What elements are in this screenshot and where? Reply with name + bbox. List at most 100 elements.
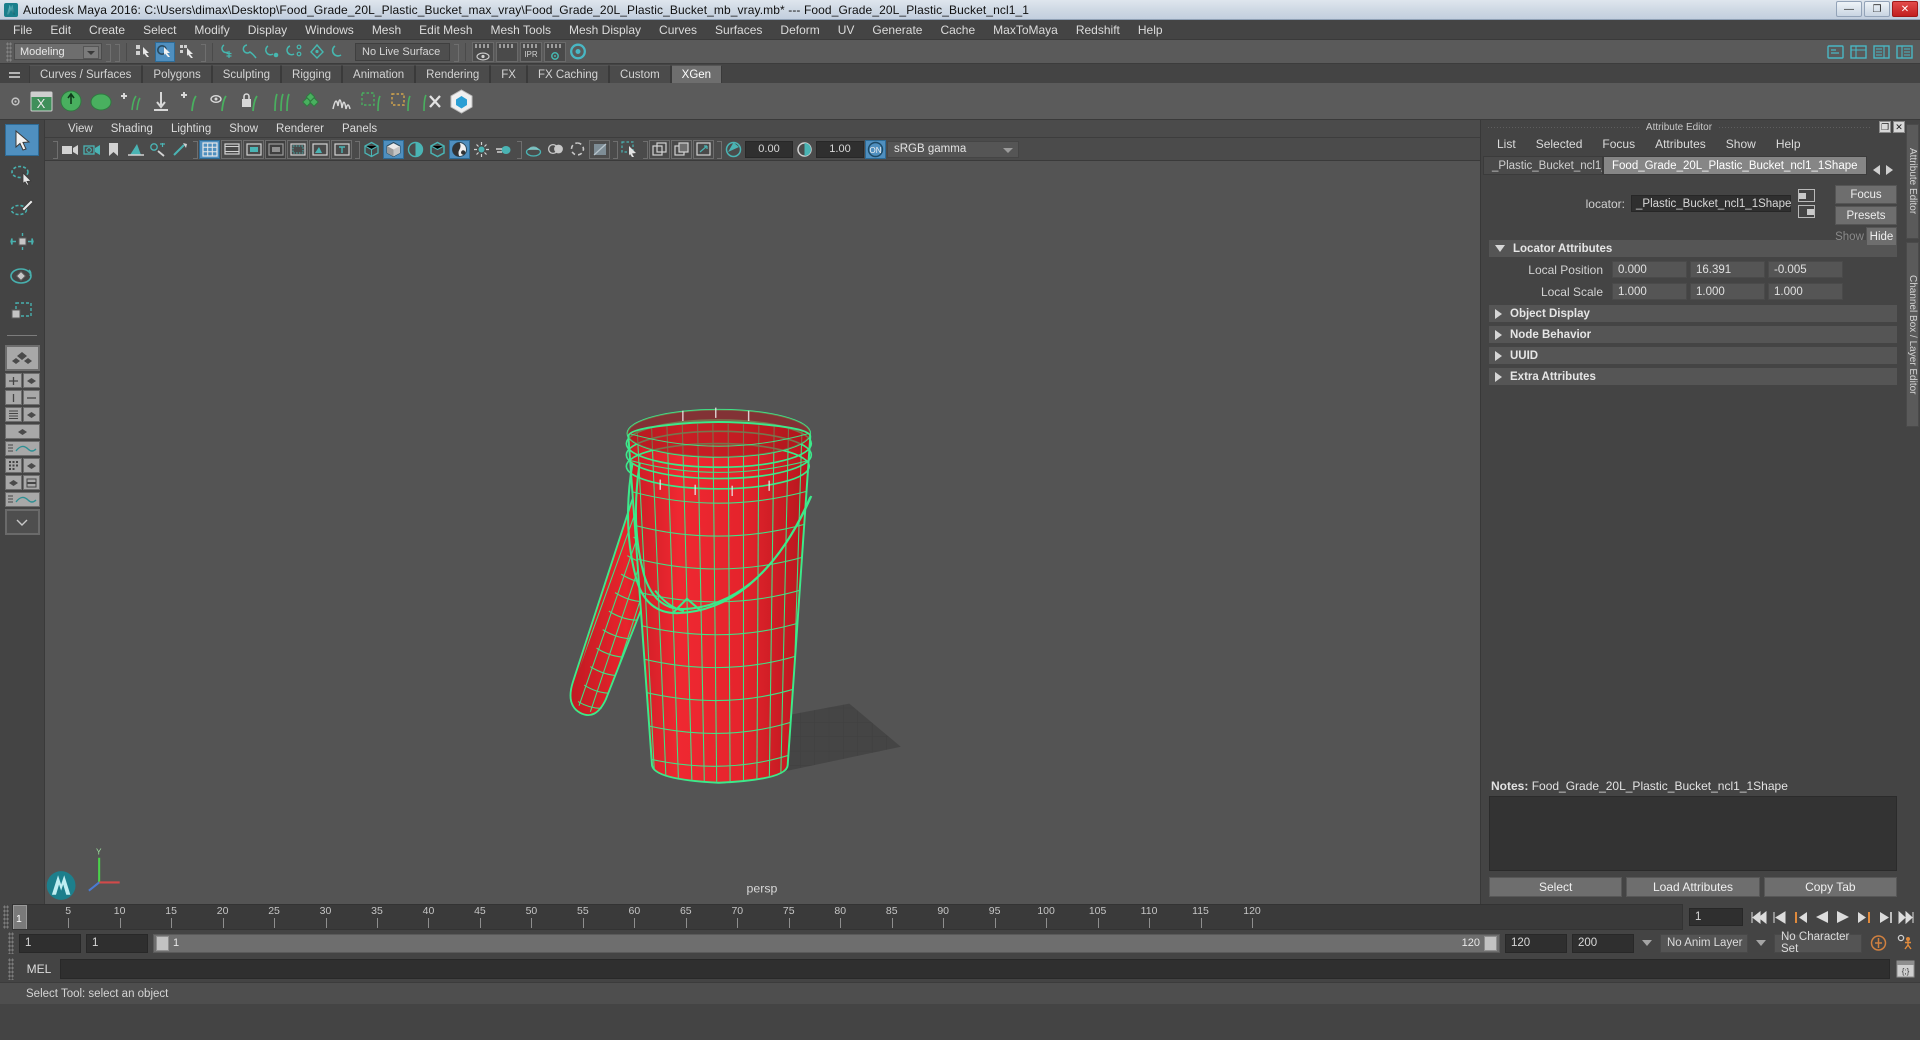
- load-attributes-button[interactable]: Load Attributes: [1626, 877, 1760, 897]
- node-name-field[interactable]: _Plastic_Bucket_ncl1_1Shape: [1631, 195, 1791, 212]
- panel-drag-dots[interactable]: [1487, 126, 1640, 128]
- exposure-value-field[interactable]: 0.00: [745, 140, 793, 158]
- multisample-icon[interactable]: [589, 139, 610, 159]
- xray-joints-icon[interactable]: [545, 140, 566, 159]
- shelf-tab-custom[interactable]: Custom: [609, 65, 671, 83]
- anim-layer-field[interactable]: No Anim Layer: [1660, 933, 1748, 953]
- persp-graph-layout-icon[interactable]: [4, 424, 40, 439]
- snapshot-icon[interactable]: [649, 139, 670, 159]
- maximize-button[interactable]: ❐: [1864, 1, 1890, 17]
- viewport-menu-shading[interactable]: Shading: [102, 122, 162, 136]
- select-tool-icon[interactable]: [5, 124, 39, 156]
- persp-only-layout-icon[interactable]: [4, 475, 22, 490]
- show-attribute-editor-icon[interactable]: [1871, 42, 1891, 62]
- local-scale-x-field[interactable]: 1.000: [1612, 283, 1687, 300]
- persp-graph-combo-layout-icon[interactable]: [4, 492, 40, 507]
- time-slider[interactable]: 1 5 10 15 20 25 30 35 40 45 50 55 60 65 70 75 80 85 90 95 1…: [12, 904, 1683, 930]
- local-position-y-field[interactable]: 16.391: [1690, 261, 1765, 278]
- step-back-frame-icon[interactable]: [1793, 909, 1809, 925]
- menu-set-dropdown[interactable]: Modeling: [14, 43, 102, 60]
- xgen-region2-icon[interactable]: [386, 85, 416, 117]
- show-tool-settings-icon[interactable]: [1894, 42, 1914, 62]
- select-camera-icon[interactable]: [59, 140, 80, 159]
- persp-view-layout-icon[interactable]: [22, 373, 40, 388]
- range-slider-bar[interactable]: 1 120: [153, 933, 1500, 953]
- script-editor-icon[interactable]: {;}: [1893, 958, 1917, 980]
- viewport-select-icon[interactable]: [619, 140, 640, 159]
- xgen-description-icon[interactable]: [56, 85, 86, 117]
- shelf-menu-icon[interactable]: [3, 66, 25, 83]
- menu-help[interactable]: Help: [1129, 20, 1172, 40]
- notes-textarea[interactable]: [1489, 796, 1897, 871]
- panel-drag-dots[interactable]: [1718, 126, 1871, 128]
- range-right-handle[interactable]: [1484, 935, 1497, 951]
- xgen-preview-icon[interactable]: [446, 85, 476, 117]
- local-position-z-field[interactable]: -0.005: [1768, 261, 1843, 278]
- close-icon[interactable]: ✕: [1893, 121, 1905, 133]
- gamma-value-field[interactable]: 1.00: [816, 140, 864, 158]
- time-slider-playhead[interactable]: 1: [13, 905, 27, 929]
- shelf-tab-animation[interactable]: Animation: [342, 65, 416, 83]
- play-backwards-icon[interactable]: [1814, 909, 1830, 925]
- rotate-tool-icon[interactable]: [5, 260, 39, 292]
- shelf-tab-polygons[interactable]: Polygons: [142, 65, 212, 83]
- animation-preferences-icon[interactable]: [1894, 933, 1916, 953]
- minimize-button[interactable]: —: [1836, 1, 1862, 17]
- local-scale-y-field[interactable]: 1.000: [1690, 283, 1765, 300]
- xgen-clump-icon[interactable]: [296, 85, 326, 117]
- menu-select[interactable]: Select: [134, 20, 185, 40]
- xgen-noise-icon[interactable]: [326, 85, 356, 117]
- playback-start-time-field[interactable]: 1: [86, 933, 148, 953]
- go-to-start-icon[interactable]: [1751, 909, 1767, 925]
- hierarchy-mode-icon[interactable]: [133, 42, 153, 62]
- channel-box-strip[interactable]: Channel Box / Layer Editor: [1906, 242, 1919, 427]
- xgen-add-density-icon[interactable]: [176, 85, 206, 117]
- command-input-field[interactable]: [60, 959, 1890, 979]
- show-button[interactable]: Show: [1835, 227, 1864, 246]
- go-to-end-icon[interactable]: [1898, 909, 1914, 925]
- gate-mask-icon[interactable]: [265, 139, 286, 159]
- xgen-region-icon[interactable]: [356, 85, 386, 117]
- show-channel-box-icon[interactable]: [1848, 42, 1868, 62]
- section-header[interactable]: UUID: [1489, 347, 1897, 364]
- menu-generate[interactable]: Generate: [863, 20, 931, 40]
- menu-cache[interactable]: Cache: [931, 20, 984, 40]
- safe-title-icon[interactable]: [331, 139, 352, 159]
- xgen-mask-icon[interactable]: [206, 85, 236, 117]
- xray-icon[interactable]: [523, 140, 544, 159]
- select-button[interactable]: Select: [1489, 877, 1623, 897]
- ae-menu-focus[interactable]: Focus: [1592, 136, 1645, 152]
- single-perspective-layout-icon[interactable]: [4, 345, 40, 371]
- range-drag-handle[interactable]: [8, 932, 14, 954]
- menu-mesh-display[interactable]: Mesh Display: [560, 20, 650, 40]
- menu-windows[interactable]: Windows: [296, 20, 363, 40]
- snap-view-plane-icon[interactable]: [329, 42, 349, 62]
- timeline-drag-handle[interactable]: [3, 905, 9, 929]
- shelf-tab-sculpting[interactable]: Sculpting: [211, 65, 282, 83]
- menu-display[interactable]: Display: [239, 20, 296, 40]
- snap-projected-center-icon[interactable]: [285, 42, 305, 62]
- attribute-editor-tab-shape[interactable]: Food_Grade_20L_Plastic_Bucket_ncl1_1Shap…: [1603, 156, 1867, 175]
- undock-icon[interactable]: ❐: [1879, 121, 1891, 133]
- ae-menu-show[interactable]: Show: [1716, 136, 1766, 152]
- chevron-right-icon[interactable]: [1885, 165, 1893, 175]
- ipr-render-icon[interactable]: IPR: [520, 41, 542, 62]
- section-header[interactable]: Node Behavior: [1489, 326, 1897, 343]
- ae-menu-list[interactable]: List: [1487, 136, 1526, 152]
- menu-mesh-tools[interactable]: Mesh Tools: [482, 20, 560, 40]
- ae-menu-selected[interactable]: Selected: [1526, 136, 1593, 152]
- section-header[interactable]: Object Display: [1489, 305, 1897, 322]
- xgen-collection-icon[interactable]: [86, 85, 116, 117]
- shelf-tab-fx-caching[interactable]: FX Caching: [526, 65, 610, 83]
- copy-tab-button[interactable]: Copy Tab: [1763, 877, 1897, 897]
- command-line-drag-handle[interactable]: [8, 958, 14, 980]
- viewport-menu-show[interactable]: Show: [220, 122, 267, 136]
- render-current-frame-icon[interactable]: [472, 41, 494, 62]
- focus-button[interactable]: Focus: [1835, 185, 1897, 204]
- shelf-tab-fx[interactable]: FX: [490, 65, 527, 83]
- attribute-editor-strip[interactable]: Attribute Editor: [1906, 124, 1919, 239]
- image-plane-icon[interactable]: [125, 140, 146, 159]
- animation-start-time-field[interactable]: 1: [19, 933, 81, 953]
- step-forward-frame-icon[interactable]: [1856, 909, 1872, 925]
- persp-pane2-layout-icon[interactable]: [22, 458, 40, 473]
